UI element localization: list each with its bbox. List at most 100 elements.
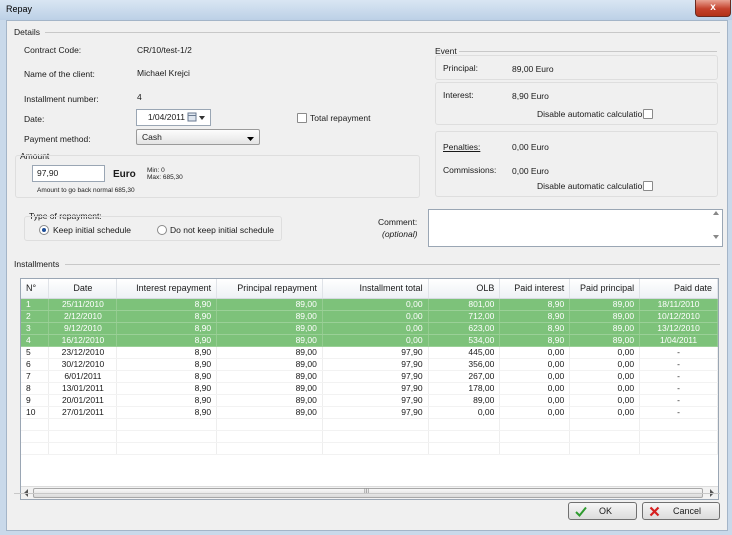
calendar-icon[interactable] bbox=[187, 112, 207, 123]
empty-row bbox=[21, 442, 718, 455]
table-cell bbox=[216, 430, 323, 443]
table-cell: 8,90 bbox=[116, 382, 218, 395]
table-cell: 89,00 bbox=[216, 346, 323, 359]
cancel-button[interactable]: Cancel bbox=[642, 502, 720, 520]
total-repayment-label: Total repayment bbox=[310, 113, 371, 123]
penalties-label[interactable]: Penalties: bbox=[443, 142, 480, 152]
table-cell: 0,00 bbox=[569, 406, 641, 419]
table-cell: 89,00 bbox=[428, 394, 501, 407]
table-cell: - bbox=[639, 394, 718, 407]
table-row[interactable]: 2 2/12/2010 8,90 89,00 0,00 712,00 8,90 89,00 10… bbox=[21, 310, 718, 323]
grip-icon: III bbox=[364, 489, 370, 495]
table-cell: 0,00 bbox=[322, 298, 429, 311]
col-header-paid-principal[interactable]: Paid principal bbox=[569, 279, 641, 299]
check-icon bbox=[575, 506, 587, 519]
arrow-left-icon[interactable] bbox=[23, 489, 29, 499]
col-header-date[interactable]: Date bbox=[48, 279, 118, 299]
amount-input[interactable]: 97,90 bbox=[32, 165, 105, 182]
table-cell: 623,00 bbox=[428, 322, 501, 335]
comment-scrollbar[interactable] bbox=[710, 209, 723, 267]
table-cell: 2 bbox=[21, 310, 50, 323]
disable-auto-calc-checkbox-2[interactable] bbox=[643, 181, 653, 191]
table-cell: 8,90 bbox=[116, 298, 218, 311]
interest-value: 8,90 Euro bbox=[512, 91, 549, 101]
date-picker[interactable]: 1/04/2011 bbox=[136, 109, 211, 126]
table-cell: 0,00 bbox=[499, 406, 571, 419]
col-header-paid-date[interactable]: Paid date bbox=[639, 279, 718, 299]
table-row[interactable]: 9 20/01/2011 8,90 89,00 97,90 89,00 0,00 0,00- bbox=[21, 394, 718, 407]
table-row[interactable]: 5 23/12/2010 8,90 89,00 97,90 445,00 0,00 0,00- bbox=[21, 346, 718, 359]
date-label: Date: bbox=[24, 114, 45, 124]
keep-schedule-radio[interactable] bbox=[39, 225, 49, 235]
table-cell: 10 bbox=[21, 406, 50, 419]
table-cell bbox=[322, 430, 429, 443]
table-cell: 0,00 bbox=[499, 394, 571, 407]
total-repayment-checkbox[interactable] bbox=[297, 113, 307, 123]
arrow-right-icon[interactable] bbox=[709, 489, 715, 499]
disable-auto-calc-checkbox-1[interactable] bbox=[643, 109, 653, 119]
col-header-principal-repayment[interactable]: Principal repayment bbox=[216, 279, 323, 299]
close-button[interactable]: x bbox=[695, 0, 731, 17]
penalties-value: 0,00 Euro bbox=[512, 142, 549, 152]
col-header-olb[interactable]: OLB bbox=[428, 279, 501, 299]
arrow-up-icon[interactable] bbox=[712, 209, 720, 219]
table-cell: 9/12/2010 bbox=[48, 322, 118, 335]
table-cell: 0,00 bbox=[322, 322, 429, 335]
table-cell: 9 bbox=[21, 394, 50, 407]
table-cell bbox=[569, 442, 641, 455]
table-cell bbox=[639, 418, 718, 431]
table-cell: 0,00 bbox=[569, 370, 641, 383]
installments-grid[interactable]: N° Date Interest repayment Principal rep… bbox=[20, 278, 719, 500]
table-cell: - bbox=[639, 346, 718, 359]
payment-method-select[interactable]: Cash bbox=[136, 129, 260, 145]
disable-auto-calc-label-2: Disable automatic calculation bbox=[537, 181, 648, 191]
table-cell: 89,00 bbox=[216, 334, 323, 347]
table-cell: 89,00 bbox=[216, 310, 323, 323]
amount-go-back-text: Amount to go back normal 685,30 bbox=[37, 187, 135, 194]
table-row[interactable]: 4 16/12/2010 8,90 89,00 0,00 534,00 8,90 89,00 1… bbox=[21, 334, 718, 347]
table-cell bbox=[21, 442, 50, 455]
contract-code-value: CR/10/test-1/2 bbox=[137, 45, 192, 55]
table-row[interactable]: 1 25/11/2010 8,90 89,00 0,00 801,00 8,90 89,00 1… bbox=[21, 298, 718, 311]
payment-method-label: Payment method: bbox=[24, 134, 91, 144]
commissions-label: Commissions: bbox=[443, 165, 497, 175]
table-cell: 8,90 bbox=[499, 298, 571, 311]
repay-window: Repay x Details Contract Code: CR/10/tes… bbox=[0, 0, 732, 535]
table-cell: 89,00 bbox=[216, 394, 323, 407]
table-cell: 8,90 bbox=[116, 394, 218, 407]
table-row[interactable]: 3 9/12/2010 8,90 89,00 0,00 623,00 8,90 89,00 13… bbox=[21, 322, 718, 335]
title-bar[interactable]: Repay x bbox=[0, 0, 732, 20]
table-cell: 0,00 bbox=[569, 346, 641, 359]
table-cell: 13/01/2011 bbox=[48, 382, 118, 395]
table-row[interactable]: 7 6/01/2011 8,90 89,00 97,90 267,00 0,00 0,00- bbox=[21, 370, 718, 383]
arrow-down-icon[interactable] bbox=[712, 233, 720, 243]
table-cell: 8,90 bbox=[116, 370, 218, 383]
table-cell: 0,00 bbox=[499, 382, 571, 395]
table-cell: 8,90 bbox=[499, 322, 571, 335]
col-header-number[interactable]: N° bbox=[21, 279, 50, 299]
not-keep-schedule-radio[interactable] bbox=[157, 225, 167, 235]
details-divider bbox=[45, 32, 720, 33]
table-cell: 6 bbox=[21, 358, 50, 371]
table-cell: 89,00 bbox=[569, 298, 641, 311]
col-header-interest-repayment[interactable]: Interest repayment bbox=[116, 279, 218, 299]
comment-optional: (optional) bbox=[382, 229, 418, 239]
table-row[interactable]: 6 30/12/2010 8,90 89,00 97,90 356,00 0,00 0,00- bbox=[21, 358, 718, 371]
col-header-paid-interest[interactable]: Paid interest bbox=[499, 279, 571, 299]
col-header-installment-total[interactable]: Installment total bbox=[322, 279, 429, 299]
table-cell: 27/01/2011 bbox=[48, 406, 118, 419]
table-cell: 0,00 bbox=[322, 310, 429, 323]
table-cell bbox=[499, 442, 571, 455]
table-row[interactable]: 10 27/01/2011 8,90 89,00 97,90 0,00 0,00 0,00- bbox=[21, 406, 718, 419]
table-cell bbox=[499, 418, 571, 431]
table-cell bbox=[322, 418, 429, 431]
table-cell: 18/11/2010 bbox=[639, 298, 718, 311]
table-row[interactable]: 8 13/01/2011 8,90 89,00 97,90 178,00 0,00 0,00- bbox=[21, 382, 718, 395]
ok-button[interactable]: OK bbox=[568, 502, 637, 520]
table-cell: 6/01/2011 bbox=[48, 370, 118, 383]
comment-textarea[interactable] bbox=[428, 209, 723, 247]
client-name-value: Michael Krejci bbox=[137, 68, 190, 78]
disable-auto-calc-label-1: Disable automatic calculation bbox=[537, 109, 648, 119]
event-divider bbox=[459, 51, 717, 52]
comment-label: Comment: bbox=[378, 217, 418, 227]
